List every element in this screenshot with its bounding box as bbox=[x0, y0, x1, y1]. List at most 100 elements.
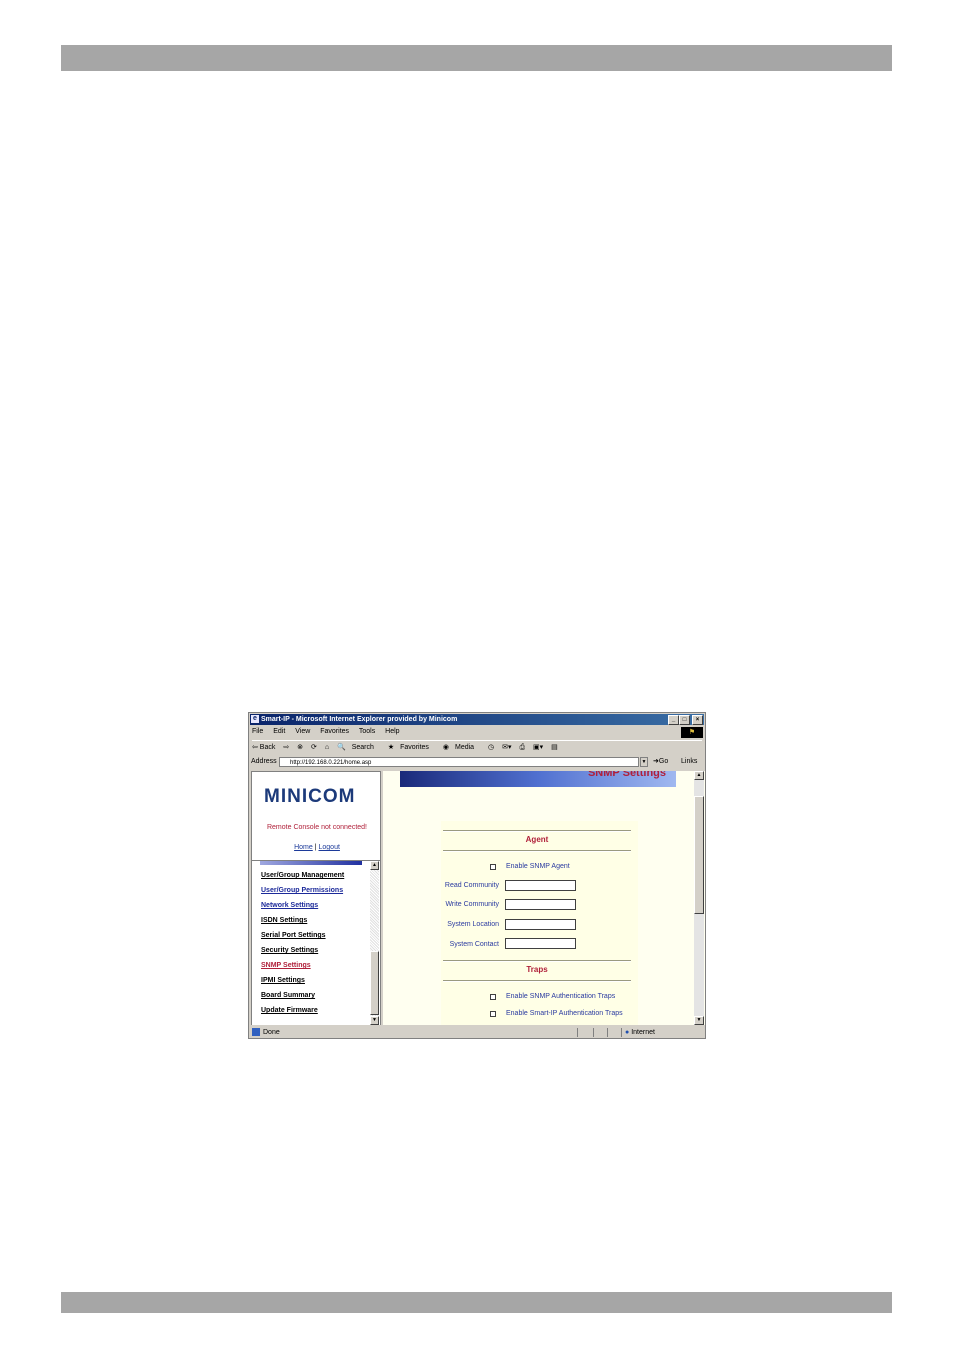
scroll-up-icon[interactable]: ▲ bbox=[694, 771, 704, 780]
address-label: Address bbox=[251, 758, 277, 765]
system-contact-input[interactable] bbox=[505, 938, 576, 949]
search-button[interactable]: 🔍 Search bbox=[337, 744, 380, 751]
back-button[interactable]: ⇦ Back bbox=[252, 744, 275, 751]
stop-icon[interactable]: ⊗ bbox=[297, 744, 303, 751]
menu-tools[interactable]: Tools bbox=[359, 728, 375, 735]
search-icon: 🔍 bbox=[337, 744, 346, 751]
link-separator: | bbox=[314, 844, 317, 851]
minicom-logo: MINICOM bbox=[264, 786, 356, 807]
menu-favorites[interactable]: Favorites bbox=[320, 728, 349, 735]
media-button[interactable]: ◉ Media bbox=[443, 744, 480, 751]
nav-user-group-permissions[interactable]: User/Group Permissions bbox=[261, 887, 343, 894]
nav-board-summary[interactable]: Board Summary bbox=[261, 992, 315, 999]
status-divider bbox=[593, 1028, 594, 1037]
print-icon[interactable]: ⎙ bbox=[519, 744, 525, 751]
minimize-button[interactable]: _ bbox=[668, 715, 679, 725]
media-label: Media bbox=[455, 744, 475, 751]
page-header-bar bbox=[61, 45, 892, 71]
nav-header-bar bbox=[260, 861, 362, 865]
zone-label: Internet bbox=[631, 1029, 655, 1036]
nav-scrollbar[interactable]: ▲ ▼ bbox=[370, 861, 379, 1025]
divider bbox=[443, 830, 631, 832]
main-frame: SNMP Settings Agent Enable SNMP Agent Re… bbox=[383, 771, 705, 1025]
logout-link[interactable]: Logout bbox=[319, 844, 340, 851]
edit-icon[interactable]: ▣▾ bbox=[533, 744, 543, 751]
close-button[interactable]: × bbox=[692, 715, 703, 725]
nav-snmp-settings[interactable]: SNMP Settings bbox=[261, 962, 311, 969]
nav-serial-port-settings[interactable]: Serial Port Settings bbox=[261, 932, 326, 939]
traps-section-title: Traps bbox=[526, 965, 548, 974]
mail-icon[interactable]: ✉▾ bbox=[502, 744, 511, 751]
nav-network-settings[interactable]: Network Settings bbox=[261, 902, 318, 909]
address-bar: Address http://192.168.0.221/home.asp ▼ … bbox=[251, 756, 703, 777]
title-bar: e Smart-IP - Microsoft Internet Explorer … bbox=[250, 714, 704, 725]
page-footer-bar bbox=[61, 1292, 892, 1313]
menu-edit[interactable]: Edit bbox=[273, 728, 285, 735]
home-icon[interactable]: ⌂ bbox=[325, 744, 329, 751]
window-title: Smart-IP - Microsoft Internet Explorer p… bbox=[261, 716, 458, 723]
nav-user-group-management[interactable]: User/Group Management bbox=[261, 872, 344, 879]
read-community-label: Read Community bbox=[444, 882, 499, 889]
left-frame: MINICOM Remote Console not connected! Ho… bbox=[251, 771, 381, 1025]
search-label: Search bbox=[351, 744, 374, 751]
forward-button[interactable]: ⇨ bbox=[283, 744, 289, 751]
enable-snmp-auth-traps-checkbox[interactable] bbox=[490, 994, 496, 1000]
favorites-icon: ★ bbox=[387, 744, 395, 751]
enable-smartip-auth-traps-label: Enable Smart-IP Authentication Traps bbox=[506, 1010, 623, 1017]
home-logout-links: Home | Logout bbox=[252, 844, 382, 851]
maximize-button[interactable]: □ bbox=[679, 715, 690, 725]
main-scroll-thumb[interactable] bbox=[694, 796, 704, 914]
nav-isdn-settings[interactable]: ISDN Settings bbox=[261, 917, 307, 924]
go-button[interactable]: ➜Go bbox=[653, 756, 668, 768]
main-scrollbar[interactable]: ▲ ▼ bbox=[694, 771, 704, 1025]
status-bar: Done ● Internet bbox=[251, 1027, 703, 1038]
favorites-button[interactable]: ★ Favorites bbox=[388, 744, 435, 751]
links-label: Links bbox=[681, 758, 698, 765]
page-done-icon bbox=[252, 1028, 260, 1037]
address-dropdown-icon[interactable]: ▼ bbox=[640, 757, 648, 767]
write-community-input[interactable] bbox=[505, 899, 576, 910]
menu-file[interactable]: File bbox=[252, 728, 263, 735]
remote-console-status: Remote Console not connected! bbox=[266, 824, 367, 831]
refresh-icon[interactable]: ⟳ bbox=[311, 744, 317, 751]
enable-smartip-auth-traps-checkbox[interactable] bbox=[490, 1011, 496, 1017]
divider bbox=[443, 960, 631, 962]
read-community-input[interactable] bbox=[505, 880, 576, 891]
scroll-down-icon[interactable]: ▼ bbox=[694, 1016, 704, 1025]
security-zone: ● Internet bbox=[625, 1027, 655, 1038]
enable-snmp-agent-checkbox[interactable] bbox=[490, 864, 496, 870]
address-input[interactable]: http://192.168.0.221/home.asp bbox=[279, 757, 639, 767]
enable-snmp-auth-traps-label: Enable SNMP Authentication Traps bbox=[506, 993, 616, 1000]
status-divider bbox=[577, 1028, 578, 1037]
menu-help[interactable]: Help bbox=[385, 728, 399, 735]
ie-icon: e bbox=[251, 715, 259, 723]
menu-bar: File Edit View Favorites Tools Help bbox=[252, 727, 408, 737]
system-location-label: System Location bbox=[447, 921, 499, 928]
home-link[interactable]: Home bbox=[294, 844, 313, 851]
discuss-icon[interactable]: ▤ bbox=[551, 744, 558, 751]
globe-icon: ● bbox=[625, 1029, 630, 1036]
scroll-down-icon[interactable]: ▼ bbox=[370, 1016, 379, 1025]
system-contact-label: System Contact bbox=[449, 941, 499, 948]
divider bbox=[443, 850, 631, 852]
status-divider bbox=[607, 1028, 608, 1037]
agent-section-title: Agent bbox=[525, 835, 549, 844]
nav-security-settings[interactable]: Security Settings bbox=[261, 947, 318, 954]
history-icon[interactable]: ◷ bbox=[488, 744, 494, 751]
settings-nav: User/Group Management User/Group Permiss… bbox=[252, 860, 380, 1025]
toolbar: ⇦ Back ⇨ ⊗ ⟳ ⌂ 🔍 Search ★ Favorites ◉ Media… bbox=[252, 740, 702, 755]
nav-scroll-thumb[interactable] bbox=[370, 951, 379, 1015]
favorites-label: Favorites bbox=[400, 744, 429, 751]
system-location-input[interactable] bbox=[505, 919, 576, 930]
nav-ipmi-settings[interactable]: IPMI Settings bbox=[261, 977, 305, 984]
enable-snmp-agent-label: Enable SNMP Agent bbox=[506, 863, 570, 870]
write-community-label: Write Community bbox=[445, 901, 499, 908]
snmp-form: Agent Enable SNMP Agent Read Community W… bbox=[441, 821, 638, 1025]
divider bbox=[443, 980, 631, 982]
scroll-up-icon[interactable]: ▲ bbox=[370, 861, 379, 870]
nav-update-firmware[interactable]: Update Firmware bbox=[261, 1007, 318, 1014]
menu-view[interactable]: View bbox=[295, 728, 310, 735]
page-title: SNMP Settings bbox=[587, 771, 666, 779]
go-label: Go bbox=[658, 758, 669, 765]
windows-flag-icon: ⚑ bbox=[681, 727, 703, 738]
